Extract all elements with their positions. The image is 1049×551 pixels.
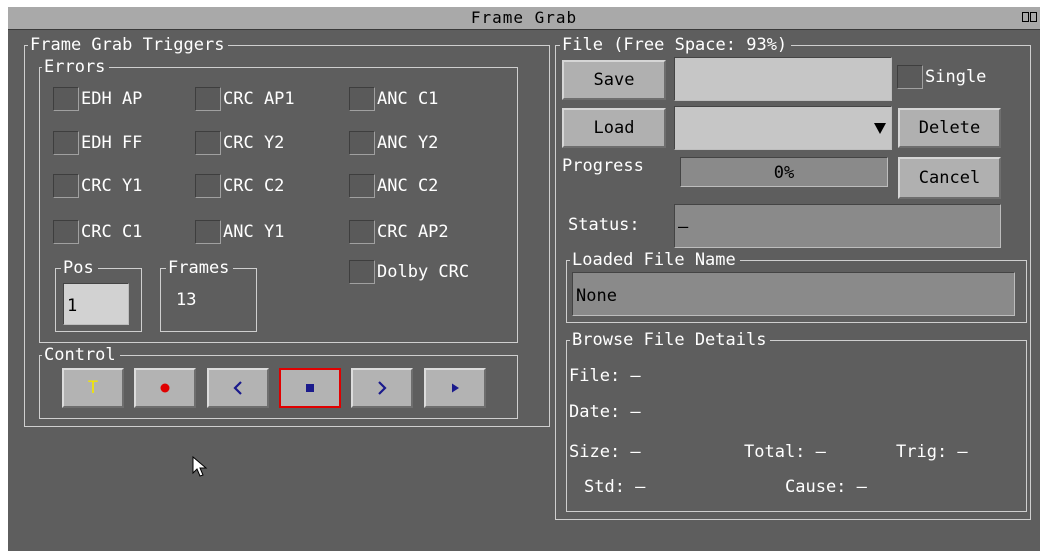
checkbox-box[interactable] [53,131,79,155]
window-title: Frame Grab [470,8,578,27]
record-icon [160,383,170,393]
checkbox-box[interactable] [349,87,375,111]
checkbox-label: CRC AP2 [377,222,449,242]
checkbox-box[interactable] [53,87,79,111]
crc-ap2-checkbox[interactable]: CRC AP2 [349,219,449,245]
edh-ap-checkbox[interactable]: EDH AP [53,86,142,112]
checkbox-label: Dolby CRC [377,262,470,282]
checkbox-box[interactable] [349,220,375,244]
checkbox-box[interactable] [195,174,221,198]
record-button[interactable] [134,368,196,408]
single-checkbox[interactable]: Single [897,64,986,90]
save-button[interactable]: Save [562,60,666,100]
play-icon [452,383,459,393]
checkbox-label: ANC Y2 [377,133,439,153]
chevron-left-icon [233,381,242,395]
control-title: Control [42,346,120,364]
checkbox-box[interactable] [195,220,221,244]
crc-y1-checkbox[interactable]: CRC Y1 [53,173,142,199]
checkbox-label: EDH FF [81,133,143,153]
crc-c1-checkbox[interactable]: CRC C1 [53,219,142,245]
browse-size: Size: – [569,442,641,462]
anc-c1-checkbox[interactable]: ANC C1 [349,86,438,112]
checkbox-box[interactable] [349,174,375,198]
browse-total: Total: – [744,442,826,462]
errors-title: Errors [42,58,110,76]
load-file-select[interactable] [674,106,892,150]
checkbox-label: EDH AP [81,89,143,109]
pos-label: Pos [61,259,98,277]
frames-value: 13 [176,290,197,310]
progress-bar: 0% [680,157,888,187]
dropdown-arrow-icon[interactable] [873,121,887,135]
stop-icon [306,384,314,392]
status-value: – [674,204,1001,248]
browse-date: Date: – [569,402,641,422]
checkbox-label: CRC Y2 [223,133,285,153]
loaded-file-name-value: None [572,272,1015,316]
checkbox-box[interactable] [53,174,79,198]
checkbox-label: ANC Y1 [223,222,285,242]
crc-c2-checkbox[interactable]: CRC C2 [195,173,284,199]
browse-trig: Trig: – [896,442,968,462]
restore-close-icon[interactable] [1022,11,1038,23]
anc-y1-checkbox[interactable]: ANC Y1 [195,219,284,245]
checkbox-label: CRC C1 [81,222,143,242]
browse-cause: Cause: – [785,477,867,497]
next-button[interactable] [351,368,413,408]
file-group-title: File (Free Space: 93%) [560,36,792,54]
anc-c2-checkbox[interactable]: ANC C2 [349,173,438,199]
anc-y2-checkbox[interactable]: ANC Y2 [349,130,438,156]
mouse-pointer-icon [192,456,208,477]
checkbox-box[interactable] [195,87,221,111]
checkbox-label: ANC C2 [377,176,439,196]
title-bar: Frame Grab [8,7,1040,30]
crc-y2-checkbox[interactable]: CRC Y2 [195,130,284,156]
delete-button[interactable]: Delete [898,108,1001,148]
frame-grab-triggers-title: Frame Grab Triggers [28,36,229,54]
loaded-file-name-title: Loaded File Name [570,251,740,269]
crc-ap1-checkbox[interactable]: CRC AP1 [195,86,295,112]
checkbox-box[interactable] [195,131,221,155]
play-button[interactable] [424,368,486,408]
save-filename-input[interactable] [674,57,892,101]
checkbox-label: ANC C1 [377,89,439,109]
trigger-button[interactable]: T [62,368,124,408]
browse-std: Std: – [584,477,646,497]
browse-file: File: – [569,366,641,386]
pos-input[interactable]: 1 [63,283,129,325]
browse-file-details-title: Browse File Details [570,331,771,349]
status-label: Status: [568,215,640,235]
checkbox-box[interactable] [897,65,923,89]
edh-ff-checkbox[interactable]: EDH FF [53,130,142,156]
dolby-crc-checkbox[interactable]: Dolby CRC [349,259,469,285]
trigger-button-label: T [87,378,99,398]
progress-label: Progress [562,156,644,176]
cancel-button[interactable]: Cancel [898,157,1001,199]
checkbox-label: Single [925,67,987,87]
previous-button[interactable] [207,368,269,408]
stop-button[interactable] [279,368,341,408]
frames-label: Frames [166,259,234,277]
checkbox-box[interactable] [349,131,375,155]
checkbox-box[interactable] [349,260,375,284]
checkbox-label: CRC Y1 [81,176,143,196]
load-button[interactable]: Load [562,108,666,148]
checkbox-label: CRC C2 [223,176,285,196]
chevron-right-icon [378,381,387,395]
checkbox-box[interactable] [53,220,79,244]
checkbox-label: CRC AP1 [223,89,295,109]
